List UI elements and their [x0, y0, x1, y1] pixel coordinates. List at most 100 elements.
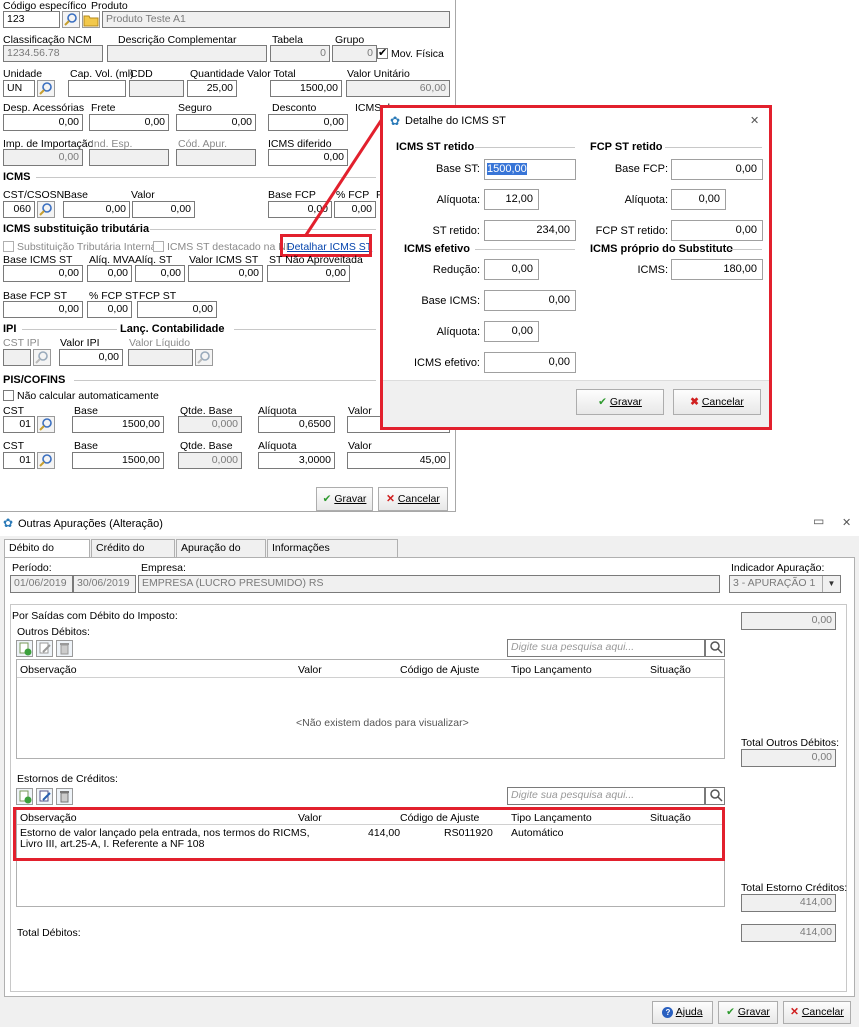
check-icon: ✔: [726, 1006, 735, 1018]
frete-input[interactable]: 0,00: [89, 114, 169, 131]
cof-aliq-input[interactable]: 3,0000: [258, 452, 335, 469]
tab-credito[interactable]: Crédito do Imposto: [91, 539, 175, 571]
grupo-input[interactable]: 0: [332, 45, 377, 62]
cdd-input[interactable]: [129, 80, 184, 97]
ajuda-button[interactable]: ? Ajuda: [652, 1001, 713, 1024]
search-input[interactable]: Digite sua pesquisa aqui...: [507, 639, 705, 657]
tab-apuracao-saldo[interactable]: Apuração do Saldo: [176, 539, 266, 571]
tab-debito[interactable]: Débito do Imposto: [4, 539, 90, 571]
base-fcp-st-input[interactable]: 0,00: [3, 301, 83, 318]
aliq-fcp-input[interactable]: 0,00: [671, 189, 726, 210]
periodo-inicio-input[interactable]: 01/06/2019: [10, 575, 73, 593]
reducao-input[interactable]: 0,00: [484, 259, 539, 280]
window-cancelar-button[interactable]: ✕ Cancelar: [783, 1001, 851, 1024]
icms-efetivo-input[interactable]: 0,00: [484, 352, 576, 373]
search-icon[interactable]: [62, 11, 80, 28]
pct-fcp-st-input[interactable]: 0,00: [87, 301, 132, 318]
close-icon: ✖: [690, 396, 699, 408]
search-icon[interactable]: [37, 452, 55, 469]
base-input[interactable]: 0,00: [63, 201, 130, 218]
add-icon[interactable]: [16, 640, 33, 657]
st-nao-input[interactable]: 0,00: [267, 265, 350, 282]
tabela-input[interactable]: 0: [270, 45, 330, 62]
search-icon[interactable]: [37, 201, 55, 218]
dialog-cancelar-button[interactable]: ✖ Cancelar: [673, 389, 761, 415]
valor-ipi-input[interactable]: 0,00: [59, 349, 123, 366]
icms-input[interactable]: 180,00: [671, 259, 763, 280]
valor-liq-input[interactable]: [128, 349, 193, 366]
valor-input[interactable]: 0,00: [132, 201, 195, 218]
ncm-input[interactable]: 1234.56.78: [3, 45, 103, 62]
folder-icon[interactable]: [82, 11, 100, 28]
desp-input[interactable]: 0,00: [3, 114, 83, 131]
nao-calc-checkbox[interactable]: [3, 390, 14, 401]
search-button-2[interactable]: [705, 787, 725, 805]
mov-fisica-checkbox[interactable]: [377, 46, 388, 59]
col-situacao[interactable]: Situação: [650, 664, 691, 676]
dialog-gravar-button[interactable]: ✔ Gravar: [576, 389, 664, 415]
seguro-input[interactable]: 0,00: [176, 114, 256, 131]
window-gravar-button[interactable]: ✔ Gravar: [718, 1001, 778, 1024]
cst-input[interactable]: 060: [3, 201, 35, 218]
imp-input[interactable]: 0,00: [3, 149, 83, 166]
cancelar-button[interactable]: ✕ Cancelar: [378, 487, 448, 511]
cod-apur-input[interactable]: [176, 149, 256, 166]
search-icon[interactable]: [37, 416, 55, 433]
cst-ipi-input[interactable]: [3, 349, 31, 366]
search-button[interactable]: [705, 639, 725, 657]
pis-aliq-input[interactable]: 0,6500: [258, 416, 335, 433]
st-retido-input[interactable]: 234,00: [484, 220, 576, 241]
close-icon[interactable]: ✕: [842, 516, 851, 529]
aliq-input[interactable]: 12,00: [484, 189, 539, 210]
st-interna-checkbox[interactable]: [3, 241, 14, 252]
indicador-select[interactable]: 3 - APURAÇÃO 1 ▼: [729, 575, 841, 593]
delete-icon[interactable]: [56, 640, 73, 657]
search-icon[interactable]: [37, 80, 55, 97]
base-st-input[interactable]: 0,00: [3, 265, 83, 282]
aliq-mva-input[interactable]: 0,00: [87, 265, 132, 282]
desc-comp-input[interactable]: [107, 45, 267, 62]
col-observacao[interactable]: Observação: [20, 664, 77, 676]
cap-vol-input[interactable]: [68, 80, 126, 97]
pis-cst-input[interactable]: 01: [3, 416, 35, 433]
search-icon[interactable]: [33, 349, 51, 366]
aliq2-input[interactable]: 0,00: [484, 321, 539, 342]
edit-icon[interactable]: [36, 640, 53, 657]
quantidade-input[interactable]: 25,00: [187, 80, 237, 97]
minimize-icon[interactable]: ▭: [813, 514, 824, 528]
close-icon[interactable]: ✕: [750, 114, 759, 127]
fcp-st-retido-input[interactable]: 0,00: [671, 220, 763, 241]
base-icms-input[interactable]: 0,00: [484, 290, 576, 311]
ind-esp-input[interactable]: [89, 149, 169, 166]
delete-icon[interactable]: [56, 788, 73, 805]
fcp-st-input[interactable]: 0,00: [137, 301, 217, 318]
cof-base-input[interactable]: 1500,00: [72, 452, 164, 469]
cof-cst-input[interactable]: 01: [3, 452, 35, 469]
st-destacado-checkbox[interactable]: [153, 241, 164, 252]
periodo-label: Período:: [12, 562, 52, 574]
search-icon[interactable]: [195, 349, 213, 366]
empresa-input[interactable]: EMPRESA (LUCRO PRESUMIDO) RS: [138, 575, 720, 593]
valor-unit-input[interactable]: 60,00: [346, 80, 450, 97]
col-codigo[interactable]: Código de Ajuste: [400, 664, 479, 676]
valor-total-input[interactable]: 1500,00: [270, 80, 342, 97]
cof-valor-input[interactable]: 45,00: [347, 452, 450, 469]
codigo-input[interactable]: 123: [3, 11, 60, 28]
add-icon[interactable]: [16, 788, 33, 805]
valor-st-input[interactable]: 0,00: [188, 265, 263, 282]
base-fcp-input[interactable]: 0,00: [671, 159, 763, 180]
edit-icon[interactable]: [36, 788, 53, 805]
col-valor[interactable]: Valor: [298, 664, 322, 676]
gravar-button[interactable]: ✔ Gravar: [316, 487, 373, 511]
pis-qtd-input[interactable]: 0,000: [178, 416, 242, 433]
pis-base-input[interactable]: 1500,00: [72, 416, 164, 433]
cof-qtd-input[interactable]: 0,000: [178, 452, 242, 469]
search-input-2[interactable]: Digite sua pesquisa aqui...: [507, 787, 705, 805]
aliq-st-input[interactable]: 0,00: [135, 265, 185, 282]
col-tipo[interactable]: Tipo Lançamento: [511, 664, 592, 676]
unidade-input[interactable]: UN: [3, 80, 35, 97]
base-st-input[interactable]: 1500,00: [484, 159, 576, 180]
tab-info-complementares[interactable]: Informações Complementares: [267, 539, 398, 571]
periodo-fim-input[interactable]: 30/06/2019: [73, 575, 136, 593]
produto-input[interactable]: Produto Teste A1: [102, 11, 450, 28]
